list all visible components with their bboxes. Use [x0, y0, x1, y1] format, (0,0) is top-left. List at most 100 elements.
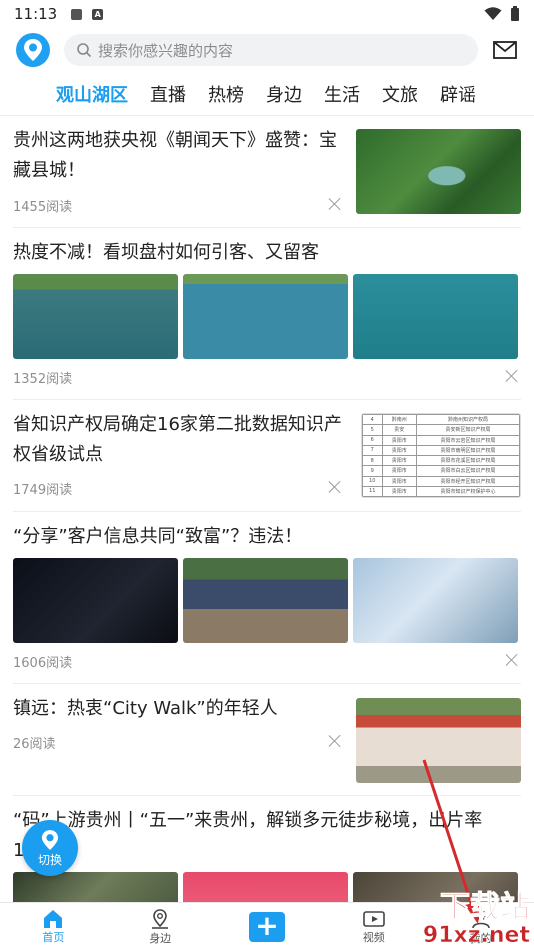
dismiss-icon[interactable] — [328, 734, 342, 748]
table-row: 5 贵安 贵安新区知识产权局 — [362, 424, 520, 436]
tab-life[interactable]: 生活 — [324, 81, 360, 107]
dismiss-icon[interactable] — [505, 653, 519, 667]
table-cell: 贵安 — [381, 424, 417, 436]
dismiss-icon[interactable] — [328, 480, 342, 494]
table-cell: 贵阳市经开区知识产权局 — [415, 475, 520, 487]
tab-rumor[interactable]: 辟谣 — [440, 81, 476, 107]
news-item[interactable]: 镇远：热衷“City Walk”的年轻人 26阅读 — [13, 684, 521, 796]
table-cell: 贵阳市云岩区知识产权局 — [415, 434, 520, 446]
nav-nearby[interactable]: 身边 — [130, 908, 190, 946]
news-thumbnail[interactable] — [356, 129, 521, 214]
news-title[interactable]: “分享”客户信息共同“致富”？违法！ — [13, 522, 302, 552]
table-cell: 贵阳市 — [381, 454, 417, 467]
location-icon — [152, 908, 169, 929]
home-icon — [44, 909, 63, 928]
news-thumbnail[interactable] — [183, 558, 348, 643]
document-table: 4 黔南州 黔南州知识产权局 5 贵安 贵安新区知识产权局 6 贵阳市 贵阳市云岩区知识产权局 7… — [362, 414, 520, 497]
dismiss-icon[interactable] — [328, 197, 342, 211]
table-cell: 贵阳市花溪区知识产权局 — [415, 454, 520, 467]
nav-home-label: 首页 — [42, 930, 65, 944]
table-cell: 贵阳市白云区知识产权局 — [415, 465, 520, 477]
table-row: 6 贵阳市 贵阳市云岩区知识产权局 — [362, 434, 520, 446]
switch-label: 切换 — [37, 852, 62, 867]
table-cell: 黔南州 — [381, 414, 417, 426]
news-item[interactable]: 省知识产权局确定16家第二批数据知识产权省级试点 1749阅读 4 黔南州 黔南州知… — [13, 400, 521, 512]
battery-icon — [511, 6, 519, 21]
tab-hot[interactable]: 热榜 — [208, 81, 244, 107]
switch-fab-button[interactable]: 切换 — [22, 820, 78, 876]
video-icon — [362, 910, 385, 927]
table-cell: 7 — [362, 444, 383, 457]
news-feed: 贵州这两地获央视《朝闻天下》盛赞：宝藏县城！ 1455阅读 热度不减！看坝盘村如… — [0, 116, 534, 950]
dismiss-icon[interactable] — [505, 369, 519, 383]
news-thumbnail[interactable] — [353, 274, 518, 359]
watermark-top: 下载站 — [439, 890, 530, 925]
news-item[interactable]: 热度不减！看坝盘村如何引客、又留客 1352阅读 — [13, 228, 521, 400]
tab-nearby[interactable]: 身边 — [266, 81, 302, 107]
table-cell: 贵阳市 — [381, 444, 417, 457]
news-thumbnail[interactable] — [183, 274, 348, 359]
app-notification-icon: A — [92, 8, 104, 20]
table-cell: 贵阳市南明区知识产权局 — [415, 444, 520, 457]
news-thumbnail[interactable] — [13, 274, 178, 359]
nav-video[interactable]: 视频 — [344, 909, 404, 945]
notification-icon — [71, 8, 83, 20]
status-right — [484, 6, 520, 22]
read-count: 26阅读 — [13, 737, 56, 752]
news-title[interactable]: 省知识产权局确定16家第二批数据知识产权省级试点 — [13, 410, 343, 470]
search-placeholder: 搜索你感兴趣的内容 — [98, 41, 234, 60]
table-row: 11 贵阳市 贵阳市知识产权保护中心 — [362, 485, 520, 497]
nav-home[interactable]: 首页 — [23, 909, 83, 945]
status-bar: 11:13 A — [0, 0, 534, 28]
read-count: 1352阅读 — [13, 372, 73, 387]
news-title[interactable]: 热度不减！看坝盘村如何引客、又留客 — [13, 238, 319, 268]
news-thumbnail[interactable] — [353, 558, 518, 643]
table-row: 9 贵阳市 贵阳市白云区知识产权局 — [362, 465, 520, 477]
tab-travel[interactable]: 文旅 — [382, 81, 418, 107]
table-cell: 贵阳市 — [381, 485, 417, 497]
app-logo-icon[interactable] — [16, 33, 50, 67]
search-input[interactable]: 搜索你感兴趣的内容 — [64, 34, 478, 66]
news-item[interactable]: 贵州这两地获央视《朝闻天下》盛赞：宝藏县城！ 1455阅读 — [13, 116, 521, 228]
tab-live[interactable]: 直播 — [150, 81, 186, 107]
mail-icon[interactable] — [492, 37, 518, 63]
nav-nearby-label: 身边 — [149, 931, 172, 945]
wifi-icon — [484, 7, 502, 20]
table-cell: 贵安新区知识产权局 — [415, 424, 520, 436]
read-count: 1606阅读 — [13, 656, 73, 671]
table-cell: 6 — [362, 434, 383, 446]
table-cell: 5 — [362, 424, 383, 436]
nav-publish[interactable]: + — [237, 911, 297, 942]
tab-guanshanhu[interactable]: 观山湖区 — [56, 81, 128, 107]
news-title[interactable]: 贵州这两地获央视《朝闻天下》盛赞：宝藏县城！ — [13, 126, 343, 186]
table-cell: 9 — [362, 465, 383, 477]
news-item[interactable]: “分享”客户信息共同“致富”？违法！ 1606阅读 — [13, 512, 521, 684]
table-cell: 贵阳市知识产权保护中心 — [415, 485, 520, 497]
news-thumbnail[interactable] — [13, 558, 178, 643]
table-cell: 8 — [362, 454, 383, 467]
status-time: 11:13 — [14, 5, 58, 23]
table-cell: 黔南州知识产权局 — [415, 414, 520, 426]
table-row: 10 贵阳市 贵阳市经开区知识产权局 — [362, 475, 520, 487]
plus-icon: + — [248, 911, 285, 942]
news-image-row — [13, 274, 518, 359]
channel-tabs: 观山湖区 直播 热榜 身边 生活 文旅 辟谣 — [0, 72, 534, 116]
table-row: 7 贵阳市 贵阳市南明区知识产权局 — [362, 444, 520, 457]
news-title[interactable]: 镇远：热衷“City Walk”的年轻人 — [13, 694, 343, 724]
news-thumbnail[interactable]: 4 黔南州 黔南州知识产权局 5 贵安 贵安新区知识产权局 6 贵阳市 贵阳市云岩区知识产权局 7… — [361, 413, 521, 498]
table-cell: 4 — [362, 414, 383, 426]
read-count: 1455阅读 — [13, 200, 73, 215]
table-cell: 贵阳市 — [381, 465, 417, 477]
read-count: 1749阅读 — [13, 483, 73, 498]
news-title[interactable]: “码”上游贵州丨“五一”来贵州，解锁多元徒步秘境，出片率100%！ — [13, 806, 521, 866]
news-thumbnail[interactable] — [356, 698, 521, 783]
search-icon — [77, 43, 92, 58]
table-cell: 贵阳市 — [381, 475, 417, 487]
watermark-bottom: 91xz.net — [422, 923, 531, 948]
table-row: 4 黔南州 黔南州知识产权局 — [362, 414, 520, 426]
location-pin-icon — [41, 829, 59, 850]
watermark-logo: 下载站 91xz.net — [422, 890, 531, 948]
table-cell: 10 — [362, 475, 383, 487]
table-cell: 11 — [362, 485, 383, 497]
news-image-row — [13, 558, 518, 643]
